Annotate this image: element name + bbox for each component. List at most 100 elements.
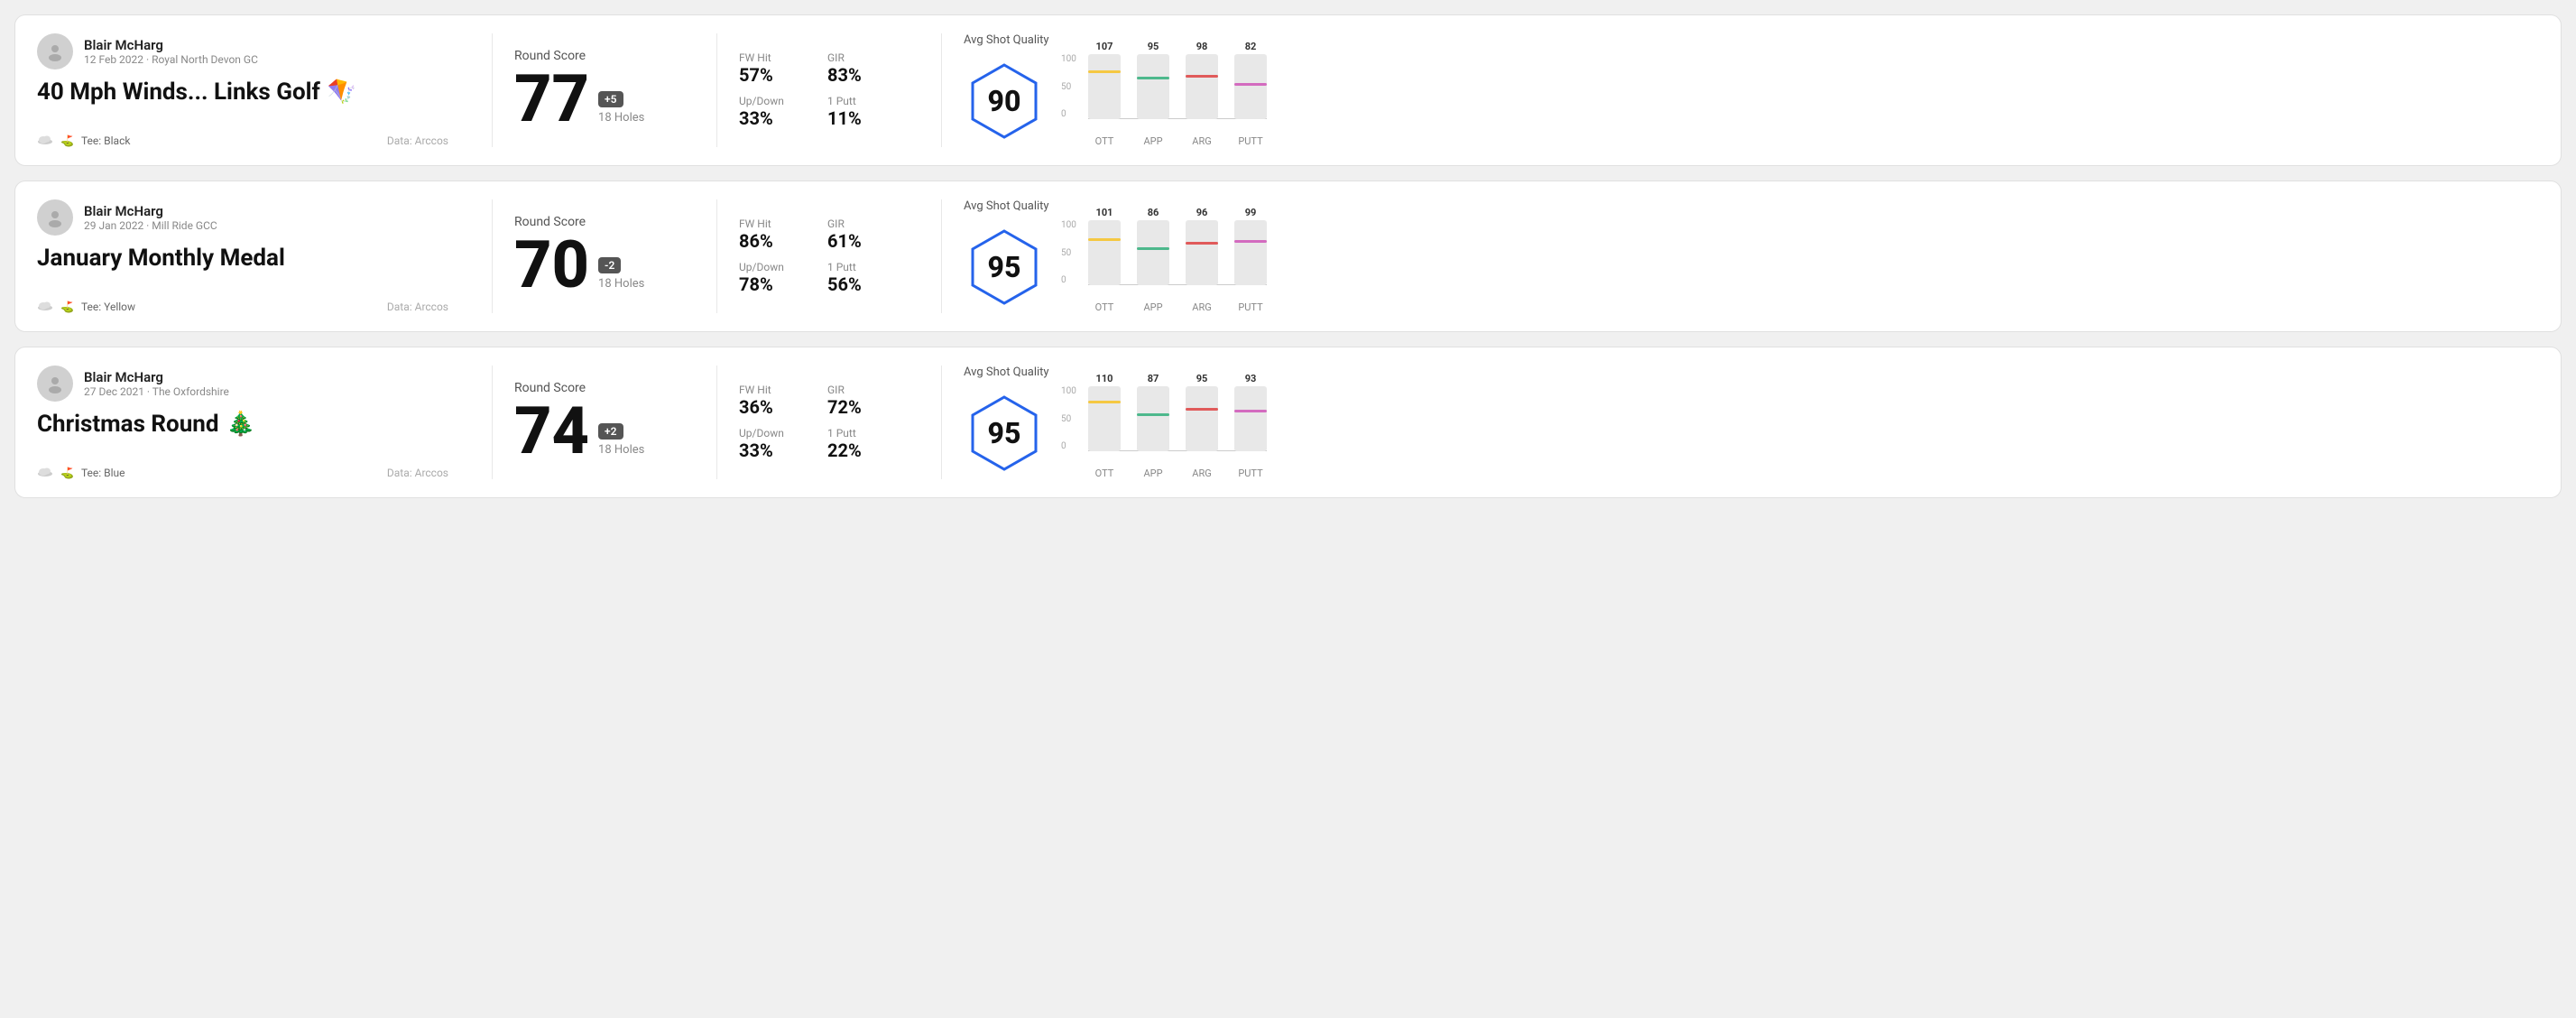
bar-value: 86 (1148, 207, 1159, 218)
bar-value: 107 (1096, 41, 1113, 52)
bar-axis-label: ARG (1186, 135, 1218, 147)
quality-block: Avg Shot Quality 95 100500 101 86 (964, 199, 1267, 313)
title-emoji: 🪁 (328, 79, 356, 106)
user-info: Blair McHarg 12 Feb 2022 · Royal North D… (37, 33, 448, 69)
divider-1 (492, 366, 493, 479)
round-title: 40 Mph Winds... Links Golf 🪁 (37, 79, 448, 106)
quality-section: Avg Shot Quality 95 100500 101 86 (964, 199, 2539, 313)
score-badge-col: +2 18 Holes (598, 423, 644, 464)
fw-hit-value: 36% (739, 396, 809, 418)
data-source: Data: Arccos (387, 134, 448, 147)
tee-info: ⛳ Tee: Black Data: Arccos (37, 134, 448, 147)
one-putt-value: 56% (827, 273, 898, 295)
title-emoji: 🎄 (226, 411, 255, 438)
user-details: Blair McHarg 29 Jan 2022 · Mill Ride GCC (84, 203, 217, 232)
gir-stat: GIR 72% (827, 384, 898, 418)
score-badge-col: -2 18 Holes (598, 257, 644, 298)
bar-group: 98 (1186, 41, 1218, 119)
avatar (37, 366, 73, 402)
stats-grid: FW Hit 57% GIR 83% Up/Down 33% 1 Putt 11… (739, 51, 898, 129)
updown-stat: Up/Down 33% (739, 95, 809, 129)
gir-value: 61% (827, 230, 898, 252)
quality-section: Avg Shot Quality 95 100500 110 87 (964, 366, 2539, 479)
bar-value: 93 (1245, 373, 1257, 384)
round-left-section: Blair McHarg 27 Dec 2021 · The Oxfordshi… (37, 366, 470, 479)
bar-axis-label: APP (1137, 135, 1169, 147)
score-row: 74 +2 18 Holes (514, 399, 673, 464)
one-putt-label: 1 Putt (827, 95, 898, 107)
avatar (37, 33, 73, 69)
bar-axis-label: OTT (1088, 135, 1121, 147)
tee-info: ⛳ Tee: Yellow Data: Arccos (37, 300, 448, 313)
score-badge-col: +5 18 Holes (598, 91, 644, 132)
weather-icon (37, 134, 53, 147)
bar-value: 96 (1196, 207, 1208, 218)
bar-axis-label: APP (1137, 467, 1169, 479)
fw-hit-stat: FW Hit 36% (739, 384, 809, 418)
hexagon: 95 (964, 393, 1045, 474)
divider-1 (492, 33, 493, 147)
updown-label: Up/Down (739, 261, 809, 273)
one-putt-stat: 1 Putt 22% (827, 427, 898, 461)
score-badge: -2 (598, 257, 621, 273)
gir-stat: GIR 83% (827, 51, 898, 86)
quality-block: Avg Shot Quality 95 100500 110 87 (964, 366, 1267, 479)
tee-label: Tee: Yellow (81, 301, 135, 313)
user-name: Blair McHarg (84, 203, 217, 219)
stats-grid: FW Hit 36% GIR 72% Up/Down 33% 1 Putt 22… (739, 384, 898, 461)
bag-icon: ⛳ (60, 301, 74, 313)
updown-value: 33% (739, 107, 809, 129)
tee-left: ⛳ Tee: Black (37, 134, 130, 147)
gir-label: GIR (827, 51, 898, 64)
bar-group: 99 (1234, 207, 1267, 285)
divider-2 (716, 366, 717, 479)
one-putt-stat: 1 Putt 56% (827, 261, 898, 295)
bar-axis-label: APP (1137, 301, 1169, 313)
tee-left: ⛳ Tee: Blue (37, 466, 125, 479)
quality-block: Avg Shot Quality 90 100500 107 95 (964, 33, 1267, 147)
bar-value: 95 (1196, 373, 1208, 384)
bar-chart: 100500 110 87 95 93 (1059, 386, 1267, 479)
stats-section: FW Hit 36% GIR 72% Up/Down 33% 1 Putt 22… (739, 366, 919, 479)
hexagon-score: 95 (988, 250, 1021, 284)
score-holes: 18 Holes (598, 277, 644, 291)
fw-hit-value: 86% (739, 230, 809, 252)
tee-info: ⛳ Tee: Blue Data: Arccos (37, 466, 448, 479)
divider-3 (941, 33, 942, 147)
updown-value: 33% (739, 440, 809, 461)
one-putt-value: 22% (827, 440, 898, 461)
data-source: Data: Arccos (387, 467, 448, 479)
hexagon: 95 (964, 227, 1045, 308)
tee-left: ⛳ Tee: Yellow (37, 300, 135, 313)
stats-section: FW Hit 86% GIR 61% Up/Down 78% 1 Putt 56… (739, 199, 919, 313)
score-holes: 18 Holes (598, 443, 644, 457)
divider-2 (716, 33, 717, 147)
score-section: Round Score 70 -2 18 Holes (514, 199, 695, 313)
score-holes: 18 Holes (598, 111, 644, 125)
divider-2 (716, 199, 717, 313)
bar-value: 98 (1196, 41, 1208, 52)
user-meta: 27 Dec 2021 · The Oxfordshire (84, 385, 229, 398)
fw-hit-value: 57% (739, 64, 809, 86)
user-name: Blair McHarg (84, 369, 229, 385)
updown-value: 78% (739, 273, 809, 295)
gir-label: GIR (827, 384, 898, 396)
user-details: Blair McHarg 12 Feb 2022 · Royal North D… (84, 37, 258, 66)
score-section: Round Score 74 +2 18 Holes (514, 366, 695, 479)
score-badge: +5 (598, 91, 623, 107)
bar-group: 95 (1137, 41, 1169, 119)
bar-group: 82 (1234, 41, 1267, 119)
gir-label: GIR (827, 217, 898, 230)
updown-stat: Up/Down 33% (739, 427, 809, 461)
bar-axis-label: PUTT (1234, 135, 1267, 147)
updown-label: Up/Down (739, 427, 809, 440)
bar-group: 86 (1137, 207, 1169, 285)
hexagon-score: 90 (988, 84, 1021, 118)
one-putt-stat: 1 Putt 11% (827, 95, 898, 129)
user-details: Blair McHarg 27 Dec 2021 · The Oxfordshi… (84, 369, 229, 398)
score-row: 77 +5 18 Holes (514, 67, 673, 132)
score-badge: +2 (598, 423, 623, 440)
user-meta: 12 Feb 2022 · Royal North Devon GC (84, 53, 258, 66)
score-row: 70 -2 18 Holes (514, 233, 673, 298)
hexagon: 90 (964, 60, 1045, 142)
